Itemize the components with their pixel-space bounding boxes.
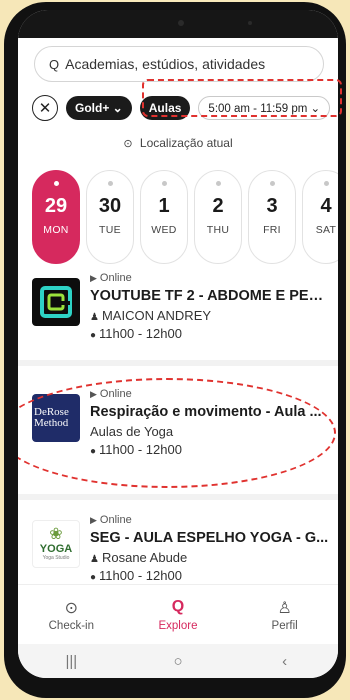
event-card[interactable]: ▶ Online YOUTUBE TF 2 - ABDOME E PER... ♟… bbox=[32, 272, 332, 362]
event-time-label: 11h00 - 12h00 bbox=[99, 442, 182, 457]
event-info: ▶ Online SEG - AULA ESPELHO YOGA - G... ♟… bbox=[90, 514, 330, 583]
front-camera bbox=[178, 20, 184, 26]
check-circle-icon: ⊙ bbox=[64, 599, 79, 617]
search-icon: Q bbox=[171, 597, 185, 615]
person-icon: ♙ bbox=[277, 599, 292, 617]
date-dot bbox=[323, 181, 329, 186]
list-divider bbox=[18, 494, 338, 500]
tab-label: Perfil bbox=[271, 619, 298, 632]
event-instructor: ♟ Rosane Abude bbox=[90, 550, 330, 565]
time-range-filter-chip[interactable]: 5:00 am - 11:59 pm ⌄ bbox=[198, 96, 331, 120]
event-card[interactable]: DeRose Method ▶ Online Respiração e movim… bbox=[32, 388, 332, 478]
date-dot bbox=[269, 181, 275, 186]
derose-logo: DeRose Method bbox=[32, 394, 80, 442]
location-label: Localização atual bbox=[139, 136, 233, 150]
event-mode: ▶ Online bbox=[90, 388, 330, 400]
play-icon: ▶ bbox=[90, 515, 97, 525]
date-item-30[interactable]: 30 TUE bbox=[86, 170, 134, 264]
search-icon: Q bbox=[49, 56, 60, 72]
event-title: Respiração e movimento - Aula ... bbox=[90, 404, 322, 420]
date-item-3[interactable]: 3 FRI bbox=[248, 170, 296, 264]
date-dot bbox=[161, 181, 167, 186]
event-info: ▶ Online Respiração e movimento - Aula ..… bbox=[90, 388, 330, 457]
date-item-4[interactable]: 4 SAT bbox=[302, 170, 338, 264]
date-item-1[interactable]: 1 WED bbox=[140, 170, 188, 264]
play-icon: ▶ bbox=[90, 273, 97, 283]
tab-explore[interactable]: Q Explore bbox=[138, 598, 218, 632]
date-number: 2 bbox=[212, 195, 224, 217]
app-screen: Q Academias, estúdios, atividades ✕ Gold… bbox=[18, 10, 338, 678]
date-selector: 29 MON 30 TUE 1 WED 2 THU 3 FRI 4 SAT bbox=[32, 170, 338, 264]
date-dot bbox=[53, 181, 59, 186]
filter-bar: ✕ Gold+ ⌄ Aulas 5:00 am - 11:59 pm ⌄ bbox=[32, 92, 338, 124]
date-weekday: FRI bbox=[263, 224, 281, 236]
event-instructor-label: MAICON ANDREY bbox=[101, 308, 212, 323]
tab-label: Check-in bbox=[48, 619, 95, 632]
date-weekday: WED bbox=[151, 224, 177, 236]
event-time: ● 11h00 - 12h00 bbox=[90, 326, 330, 341]
event-mode-label: Online bbox=[99, 514, 132, 526]
event-time-label: 11h00 - 12h00 bbox=[99, 326, 182, 341]
event-mode-label: Online bbox=[99, 272, 132, 284]
clock-icon: ● bbox=[90, 446, 97, 457]
g-logo-icon bbox=[40, 286, 72, 318]
date-number: 3 bbox=[266, 195, 278, 217]
play-icon: ▶ bbox=[90, 389, 97, 399]
gym-logo bbox=[32, 278, 80, 326]
date-weekday: TUE bbox=[99, 224, 121, 236]
date-number: 4 bbox=[320, 195, 332, 217]
logo-subtext: Yoga Studio bbox=[42, 555, 70, 561]
lotus-icon: ❀ bbox=[49, 526, 63, 543]
location-pin-icon: ⊙ bbox=[123, 138, 133, 150]
clear-filters-button[interactable]: ✕ bbox=[32, 95, 58, 121]
list-divider bbox=[18, 360, 338, 366]
date-weekday: SAT bbox=[315, 224, 337, 236]
date-item-2[interactable]: 2 THU bbox=[194, 170, 242, 264]
clock-icon: ● bbox=[90, 330, 97, 341]
event-info: ▶ Online YOUTUBE TF 2 - ABDOME E PER... ♟… bbox=[90, 272, 330, 341]
bottom-tab-bar: ⊙ Check-in Q Explore ♙ Perfil bbox=[18, 584, 338, 644]
search-bar[interactable]: Q Academias, estúdios, atividades bbox=[34, 46, 324, 82]
date-weekday: MON bbox=[43, 224, 69, 236]
status-bar bbox=[18, 10, 338, 38]
event-mode: ▶ Online bbox=[90, 514, 330, 526]
system-nav-bar: ||| ○ ‹ bbox=[18, 644, 338, 678]
event-title: SEG - AULA ESPELHO YOGA - G... bbox=[90, 530, 329, 546]
date-dot bbox=[215, 181, 221, 186]
phone-frame: Q Academias, estúdios, atividades ✕ Gold… bbox=[4, 2, 346, 698]
event-instructor: ♟ MAICON ANDREY bbox=[90, 308, 330, 323]
event-time: ● 11h00 - 12h00 bbox=[90, 442, 330, 457]
date-dot bbox=[107, 181, 113, 186]
logo-text: YOGA bbox=[39, 543, 73, 555]
logo-text: Method bbox=[34, 417, 69, 429]
yoga-logo: ❀ YOGA Yoga Studio bbox=[32, 520, 80, 568]
category-filter-chip[interactable]: Aulas bbox=[139, 96, 191, 120]
clock-icon: ● bbox=[90, 572, 97, 583]
date-number: 1 bbox=[158, 195, 170, 217]
home-icon[interactable]: ○ bbox=[148, 653, 208, 670]
date-weekday: THU bbox=[206, 224, 230, 236]
event-time-label: 11h00 - 12h00 bbox=[99, 568, 182, 583]
tab-perfil[interactable]: ♙ Perfil bbox=[245, 598, 325, 632]
event-mode-label: Online bbox=[99, 388, 132, 400]
person-icon: ♟ bbox=[90, 312, 99, 323]
plan-filter-chip[interactable]: Gold+ ⌄ bbox=[66, 96, 132, 120]
tab-label: Explore bbox=[158, 619, 198, 632]
back-icon[interactable]: ‹ bbox=[255, 653, 315, 670]
search-placeholder: Academias, estúdios, atividades bbox=[65, 56, 266, 72]
proximity-sensor bbox=[248, 21, 252, 25]
tab-checkin[interactable]: ⊙ Check-in bbox=[31, 598, 111, 632]
date-number: 29 bbox=[44, 195, 68, 217]
close-icon: ✕ bbox=[38, 100, 52, 117]
date-item-29[interactable]: 29 MON bbox=[32, 170, 80, 264]
person-icon: ♟ bbox=[90, 554, 99, 565]
event-category: Aulas de Yoga bbox=[90, 424, 174, 439]
event-time: ● 11h00 - 12h00 bbox=[90, 568, 330, 583]
event-title: YOUTUBE TF 2 - ABDOME E PER... bbox=[90, 288, 330, 304]
event-instructor-label: Rosane Abude bbox=[101, 550, 188, 565]
current-location[interactable]: ⊙ Localização atual bbox=[18, 136, 338, 150]
recent-apps-icon[interactable]: ||| bbox=[41, 653, 101, 670]
event-mode: ▶ Online bbox=[90, 272, 330, 284]
date-number: 30 bbox=[98, 195, 122, 217]
